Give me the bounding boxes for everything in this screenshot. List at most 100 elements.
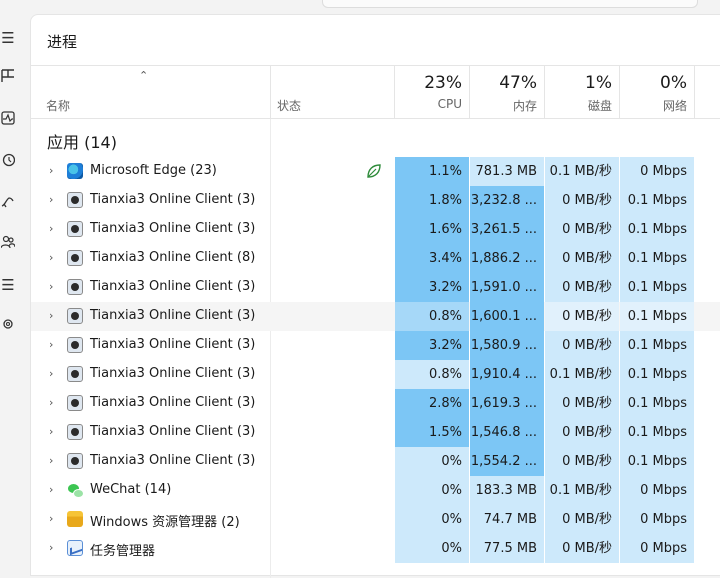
tianxia-icon [67,337,83,353]
cpu-cell: 3.2% [395,331,469,360]
chevron-right-icon[interactable]: › [49,338,53,351]
tianxia-icon [67,366,83,382]
chevron-right-icon[interactable]: › [49,222,53,235]
chevron-right-icon[interactable]: › [49,309,53,322]
table-row[interactable]: › Tianxia3 Online Client (3) 0.8% 1,910.4 .… [31,360,720,389]
process-name: Tianxia3 Online Client (3) [90,424,256,439]
cpu-cell: 0% [395,447,469,476]
chevron-right-icon[interactable]: › [49,367,53,380]
chevron-right-icon[interactable]: › [49,425,53,438]
table-row[interactable]: › Tianxia3 Online Client (3) 3.2% 1,580.9 .… [31,331,720,360]
search-box[interactable] [322,0,698,8]
efficiency-mode-leaf-icon [365,162,383,180]
startup-icon[interactable] [0,194,16,214]
process-name: Tianxia3 Online Client (3) [90,337,256,352]
memory-cell: 1,910.4 ... [470,360,544,389]
column-header-memory[interactable]: 内存 [470,97,537,114]
chevron-right-icon[interactable]: › [49,251,53,264]
processes-panel: 进程 ⌃ 名称 状态 23% CPU 47% 内存 1% 磁盘 0% 网络 应用… [30,14,720,578]
network-cell: 0.1 Mbps [620,215,694,244]
chevron-right-icon[interactable]: › [49,280,53,293]
chevron-right-icon[interactable]: › [49,541,53,554]
process-name: Microsoft Edge (23) [90,163,217,178]
group-title-apps: 应用 (14) [47,133,117,152]
users-icon[interactable] [0,234,16,254]
table-row[interactable]: › Tianxia3 Online Client (3) 1.6% 3,261.5 .… [31,215,720,244]
table-row[interactable]: › Tianxia3 Online Client (3) 0% 1,554.2 ...… [31,447,720,476]
chevron-right-icon[interactable]: › [49,164,53,177]
table-row[interactable]: › 任务管理器 0% 77.5 MB 0 MB/秒 0 Mbps [31,534,720,563]
network-cell: 0.1 Mbps [620,418,694,447]
column-header-memory-percent[interactable]: 47% [470,73,537,93]
cpu-cell: 3.2% [395,273,469,302]
chevron-right-icon[interactable]: › [49,483,53,496]
table-row[interactable]: › Tianxia3 Online Client (3) 1.8% 3,232.8 .… [31,186,720,215]
disk-cell: 0 MB/秒 [545,418,619,447]
memory-cell: 3,261.5 ... [470,215,544,244]
column-header-name[interactable]: 名称 [46,97,70,114]
tianxia-icon [67,308,83,324]
process-name: Tianxia3 Online Client (3) [90,395,256,410]
divider [31,65,720,66]
cpu-cell: 0% [395,534,469,563]
process-name: WeChat (14) [90,482,172,497]
memory-cell: 77.5 MB [470,534,544,563]
memory-cell: 1,591.0 ... [470,273,544,302]
process-name: Tianxia3 Online Client (3) [90,221,256,236]
column-header-network[interactable]: 网络 [620,97,687,114]
table-row[interactable]: › Tianxia3 Online Client (8) 3.4% 1,886.2 .… [31,244,720,273]
sort-ascending-icon[interactable]: ⌃ [139,69,148,82]
disk-cell: 0 MB/秒 [545,505,619,534]
column-header-disk-percent[interactable]: 1% [545,73,612,93]
table-row[interactable]: › Tianxia3 Online Client (3) 3.2% 1,591.0 .… [31,273,720,302]
disk-cell: 0 MB/秒 [545,215,619,244]
network-cell: 0.1 Mbps [620,447,694,476]
table-row[interactable]: › Tianxia3 Online Client (3) 0.8% 1,600.1 .… [31,302,720,331]
tianxia-icon [67,192,83,208]
disk-cell: 0 MB/秒 [545,302,619,331]
cpu-cell: 1.8% [395,186,469,215]
memory-cell: 1,580.9 ... [470,331,544,360]
process-name: Tianxia3 Online Client (8) [90,250,256,265]
tianxia-icon [67,395,83,411]
network-cell: 0.1 Mbps [620,360,694,389]
chevron-right-icon[interactable]: › [49,396,53,409]
table-row[interactable]: › Tianxia3 Online Client (3) 1.5% 1,546.8 .… [31,418,720,447]
network-cell: 0 Mbps [620,534,694,563]
table-row[interactable]: › WeChat (14) 0% 183.3 MB 0.1 MB/秒 0 Mbps [31,476,720,505]
chevron-right-icon[interactable]: › [49,193,53,206]
column-header-cpu[interactable]: CPU [395,97,462,111]
cpu-cell: 1.5% [395,418,469,447]
wechat-icon [67,482,84,498]
column-header-disk[interactable]: 磁盘 [545,97,612,114]
network-cell: 0 Mbps [620,157,694,186]
network-cell: 0.1 Mbps [620,389,694,418]
disk-cell: 0 MB/秒 [545,186,619,215]
table-row[interactable]: › Windows 资源管理器 (2) 0% 74.7 MB 0 MB/秒 0 Mbps [31,505,720,534]
cpu-cell: 3.4% [395,244,469,273]
process-name: Tianxia3 Online Client (3) [90,308,256,323]
disk-cell: 0 MB/秒 [545,244,619,273]
table-row[interactable]: › Microsoft Edge (23) 1.1% 781.3 MB 0.1 MB/秒… [31,157,720,186]
memory-cell: 781.3 MB [470,157,544,186]
menu-icon[interactable]: ☰ [0,28,16,48]
services-icon[interactable] [0,316,16,336]
process-name: Tianxia3 Online Client (3) [90,192,256,207]
disk-cell: 0 MB/秒 [545,273,619,302]
network-cell: 0.1 Mbps [620,331,694,360]
process-name: Tianxia3 Online Client (3) [90,279,256,294]
processes-icon[interactable] [0,68,16,88]
details-icon[interactable]: ☰ [0,275,16,295]
chevron-right-icon[interactable]: › [49,512,53,525]
chevron-right-icon[interactable]: › [49,454,53,467]
performance-icon[interactable] [0,110,16,130]
table-row[interactable]: › Tianxia3 Online Client (3) 2.8% 1,619.3 .… [31,389,720,418]
column-header-network-percent[interactable]: 0% [620,73,687,93]
disk-cell: 0.1 MB/秒 [545,360,619,389]
history-icon[interactable] [0,152,16,172]
column-header-cpu-percent[interactable]: 23% [395,73,462,93]
memory-cell: 1,886.2 ... [470,244,544,273]
memory-cell: 1,554.2 ... [470,447,544,476]
column-header-status[interactable]: 状态 [277,97,301,114]
cpu-cell: 0.8% [395,360,469,389]
